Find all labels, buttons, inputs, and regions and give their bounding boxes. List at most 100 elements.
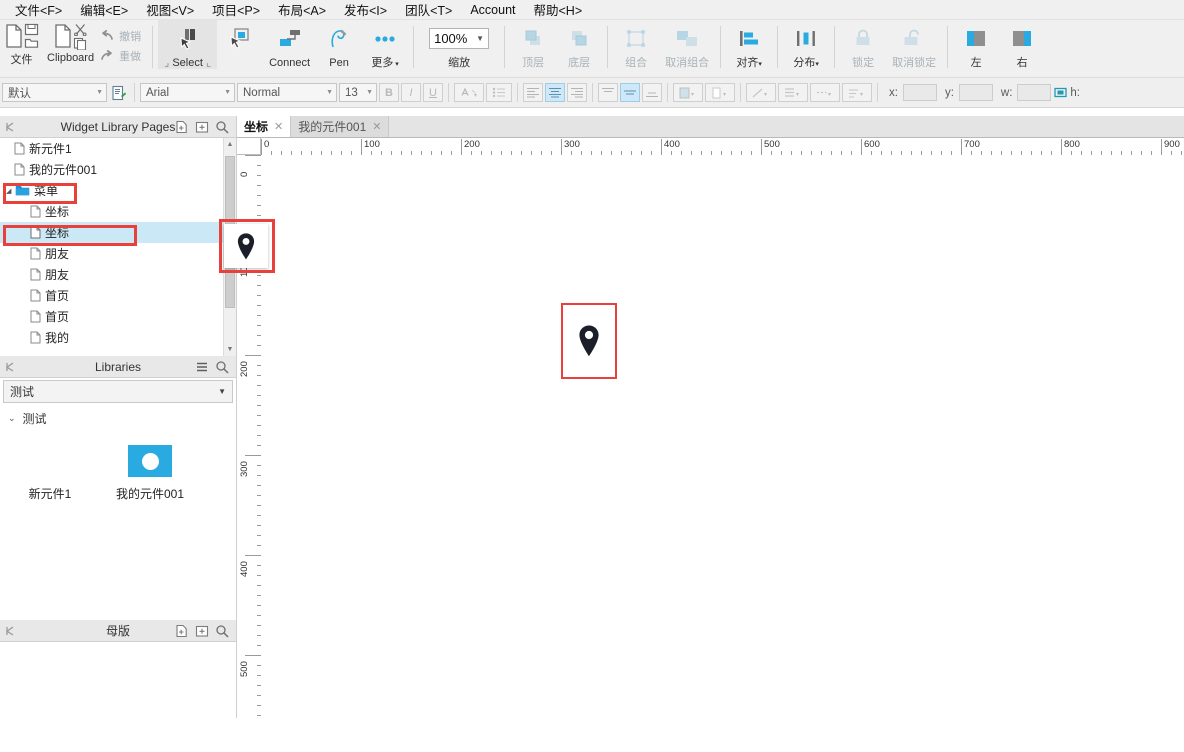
undo-button[interactable]: 撤销 <box>100 28 141 44</box>
tree-item-9[interactable]: 我的 <box>0 327 236 348</box>
toolbar-divider-7 <box>834 26 835 68</box>
style-manager-icon[interactable] <box>109 83 129 102</box>
w-input[interactable] <box>1017 84 1051 101</box>
left-panel-toggle-button[interactable]: 左 <box>953 20 999 69</box>
y-input[interactable] <box>959 84 993 101</box>
valign-middle-button[interactable] <box>620 83 640 102</box>
tab-label: 坐标 <box>244 118 268 135</box>
menu-item-team[interactable]: 团队<T> <box>396 0 461 21</box>
file-group[interactable]: 文件 <box>0 20 43 67</box>
send-to-back-button[interactable]: 底层 <box>556 20 602 69</box>
align-button[interactable]: 对齐▾ <box>726 20 772 69</box>
cut-icon[interactable] <box>73 23 88 36</box>
align-center-button[interactable] <box>545 83 565 102</box>
ungroup-button[interactable]: 取消组合 <box>659 20 715 69</box>
line-style-button[interactable]: ▾ <box>746 83 776 102</box>
valign-top-button[interactable] <box>598 83 618 102</box>
tree-item-8[interactable]: 首页 <box>0 306 236 327</box>
scroll-up-arrow-icon[interactable]: ▲ <box>224 138 236 151</box>
design-canvas[interactable] <box>261 155 1184 718</box>
font-weight-select[interactable]: Normal ▼ <box>237 83 337 102</box>
tree-item-6[interactable]: 朋友 <box>0 264 236 285</box>
italic-button[interactable]: I <box>401 83 421 102</box>
canvas-tab-1[interactable]: 我的元件001 ✕ <box>291 116 389 137</box>
valign-bottom-button[interactable] <box>642 83 662 102</box>
menu-hamburger-icon[interactable] <box>192 356 212 378</box>
tree-item-1[interactable]: 我的元件001 <box>0 159 236 180</box>
add-master-icon[interactable] <box>172 620 192 642</box>
add-page-icon[interactable] <box>172 116 192 138</box>
menu-item-help[interactable]: 帮助<H> <box>525 0 592 21</box>
menu-item-edit[interactable]: 编辑<E> <box>71 0 137 21</box>
library-widget-1[interactable]: 我的元件001 <box>100 445 200 502</box>
align-right-button[interactable] <box>567 83 587 102</box>
distribute-button[interactable]: 分布▾ <box>783 20 829 69</box>
menu-item-account[interactable]: Account <box>461 1 524 19</box>
copy-icon[interactable] <box>73 37 88 50</box>
underline-button[interactable]: U <box>423 83 443 102</box>
unlock-button[interactable]: 取消锁定 <box>886 20 942 69</box>
save-icon[interactable] <box>24 23 39 36</box>
align-left-button[interactable] <box>523 83 543 102</box>
font-size-select[interactable]: 13 ▼ <box>339 83 377 102</box>
tree-item-3[interactable]: 坐标 <box>0 201 236 222</box>
clipboard-group-label: Clipboard <box>47 52 94 64</box>
ruler-label: 0 <box>264 139 269 150</box>
new-file-icon[interactable] <box>4 23 24 49</box>
tree-item-0[interactable]: 新元件1 <box>0 138 236 159</box>
select-tool-button[interactable]: ⌟ Select ⌞ <box>158 20 217 69</box>
bring-to-front-button[interactable]: 顶层 <box>510 20 556 69</box>
paste-icon[interactable] <box>53 23 73 49</box>
zoom-select[interactable]: 100% ▼ <box>429 28 489 49</box>
close-icon[interactable]: ✕ <box>274 120 283 133</box>
library-select-value: 测试 <box>10 383 34 400</box>
connect-tool-button[interactable]: Connect <box>263 20 316 69</box>
collapse-panel-icon[interactable] <box>0 620 20 642</box>
library-widget-0[interactable]: 新元件1 <box>0 445 100 502</box>
menu-item-layout[interactable]: 布局<A> <box>269 0 335 21</box>
search-masters-icon[interactable] <box>212 620 232 642</box>
menu-item-file[interactable]: 文件<F> <box>6 0 71 21</box>
add-folder-icon[interactable] <box>192 116 212 138</box>
tree-item-7[interactable]: 首页 <box>0 285 236 306</box>
group-button[interactable]: 组合 <box>613 20 659 69</box>
marquee-select-button[interactable] <box>217 20 263 69</box>
menu-item-publish[interactable]: 发布<I> <box>335 0 396 21</box>
arrow-style-button[interactable]: ▾ <box>842 83 872 102</box>
open-folder-icon[interactable] <box>24 37 39 49</box>
more-tools-button[interactable]: 更多 ▾ <box>362 20 408 69</box>
menu-item-view[interactable]: 视图<V> <box>137 0 203 21</box>
close-icon[interactable]: ✕ <box>372 120 381 133</box>
scroll-down-arrow-icon[interactable]: ▼ <box>224 343 236 356</box>
pen-tool-button[interactable]: Pen <box>316 20 362 69</box>
collapse-panel-icon[interactable] <box>0 116 20 138</box>
library-section-header[interactable]: ⌄ 测试 <box>0 405 236 431</box>
horizontal-ruler[interactable]: 0100200300400500600700800900 <box>261 138 1184 156</box>
pages-tree[interactable]: 新元件1 我的元件001 ◢ 菜单 坐标 坐标 <box>0 138 236 356</box>
selected-widget-map-pin[interactable] <box>561 303 617 379</box>
clipboard-group[interactable]: Clipboard <box>43 20 98 64</box>
x-input[interactable] <box>903 84 937 101</box>
lock-button[interactable]: 锁定 <box>840 20 886 69</box>
library-select[interactable]: 测试 ▼ <box>3 380 233 403</box>
collapse-panel-icon[interactable] <box>0 356 20 378</box>
tree-item-5[interactable]: 朋友 <box>0 243 236 264</box>
bold-button[interactable]: B <box>379 83 399 102</box>
lock-aspect-ratio-icon[interactable] <box>1053 83 1067 102</box>
bullet-list-button[interactable] <box>486 83 512 102</box>
canvas-tab-0[interactable]: 坐标 ✕ <box>237 116 291 137</box>
style-preset-select[interactable]: 默认 ▼ <box>2 83 107 102</box>
line-dash-button[interactable]: ▾ <box>810 83 840 102</box>
search-pages-icon[interactable] <box>212 116 232 138</box>
font-color-button[interactable]: ▾ <box>454 83 484 102</box>
redo-button[interactable]: 重做 <box>100 48 141 64</box>
line-color-button[interactable]: ▾ <box>705 83 735 102</box>
search-libraries-icon[interactable] <box>212 356 232 378</box>
line-width-button[interactable]: ▾ <box>778 83 808 102</box>
menu-item-project[interactable]: 项目<P> <box>203 0 269 21</box>
right-panel-toggle-button[interactable]: 右 <box>999 20 1045 69</box>
font-family-select[interactable]: Arial ▼ <box>140 83 235 102</box>
fill-color-button[interactable]: ▾ <box>673 83 703 102</box>
add-master-folder-icon[interactable] <box>192 620 212 642</box>
ruler-label: 300 <box>239 461 250 477</box>
